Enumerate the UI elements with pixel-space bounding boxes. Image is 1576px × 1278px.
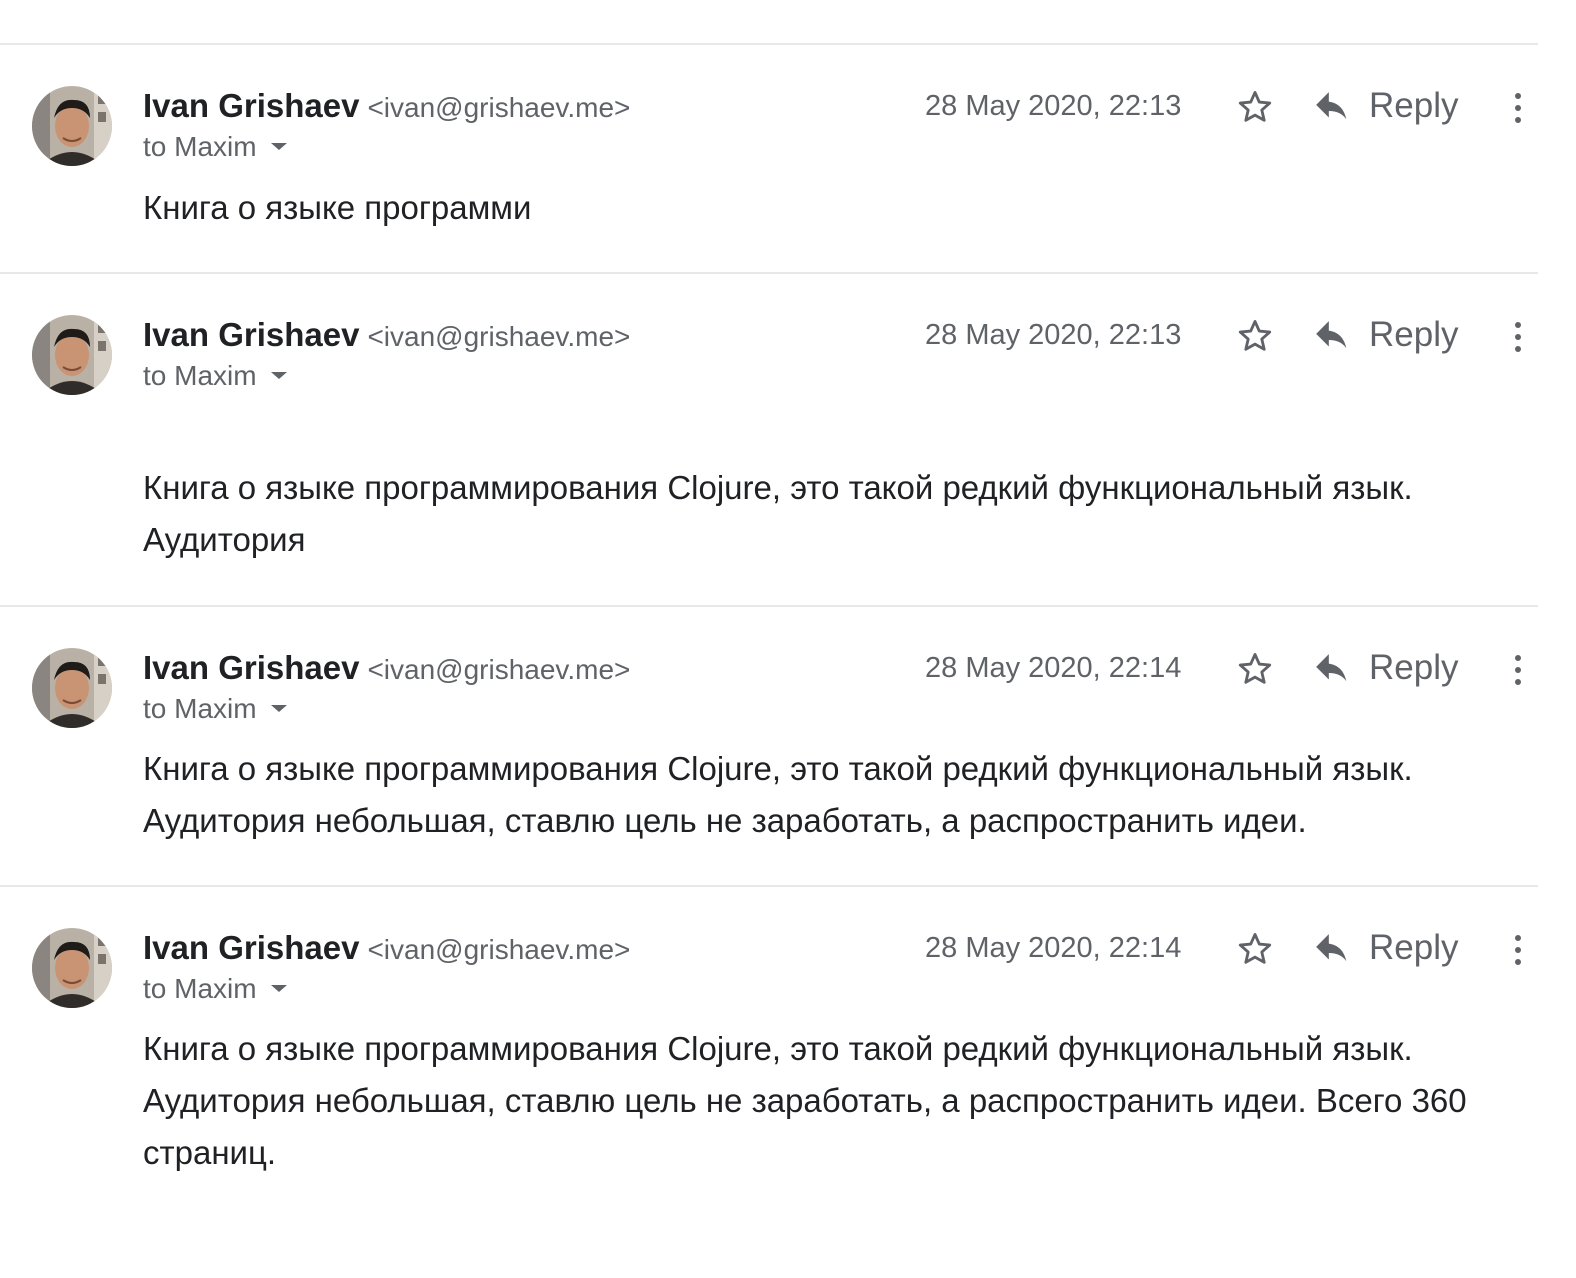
- recipient-label: to Maxim: [143, 360, 257, 391]
- sender-line: Ivan Grishaev <ivan@grishaev.me>: [143, 86, 630, 133]
- message-date: 28 May 2020, 22:13: [925, 319, 1182, 351]
- message-date: 28 May 2020, 22:14: [925, 932, 1182, 964]
- reply-button[interactable]: Reply: [1369, 84, 1458, 128]
- sender-name[interactable]: Ivan Grishaev: [143, 649, 359, 686]
- sender-name[interactable]: Ivan Grishaev: [143, 929, 359, 966]
- recipient-line[interactable]: to Maxim: [143, 690, 287, 728]
- sender-email: <ivan@grishaev.me>: [367, 934, 631, 965]
- sender-avatar[interactable]: [32, 315, 112, 395]
- star-outline-icon[interactable]: [1236, 317, 1274, 355]
- reply-button[interactable]: Reply: [1369, 926, 1458, 970]
- email-thread: Ivan Grishaev <ivan@grishaev.me> to Maxim…: [0, 0, 1576, 1278]
- vertical-dots-icon[interactable]: [1508, 932, 1528, 968]
- caret-down-icon[interactable]: [270, 985, 287, 993]
- reply-button[interactable]: Reply: [1369, 313, 1458, 357]
- sender-avatar[interactable]: [32, 928, 112, 1008]
- sender-avatar[interactable]: [32, 86, 112, 166]
- star-outline-icon[interactable]: [1236, 930, 1274, 968]
- vertical-dots-icon[interactable]: [1508, 90, 1528, 126]
- reply-arrow-icon[interactable]: [1313, 92, 1351, 124]
- sender-line: Ivan Grishaev <ivan@grishaev.me>: [143, 648, 630, 695]
- sender-email: <ivan@grishaev.me>: [367, 321, 631, 352]
- reply-button[interactable]: Reply: [1369, 646, 1458, 690]
- star-outline-icon[interactable]: [1236, 88, 1274, 126]
- recipient-label: to Maxim: [143, 693, 257, 724]
- message-date: 28 May 2020, 22:14: [925, 652, 1182, 684]
- message-body: Книга о языке программирования Clojure, …: [143, 1030, 1467, 1171]
- recipient-line[interactable]: to Maxim: [143, 357, 287, 395]
- message-card[interactable]: Ivan Grishaev <ivan@grishaev.me> to Maxim…: [0, 886, 1576, 1266]
- message-card[interactable]: Ivan Grishaev <ivan@grishaev.me> to Maxim…: [0, 606, 1576, 885]
- sender-avatar[interactable]: [32, 648, 112, 728]
- recipient-line[interactable]: to Maxim: [143, 970, 287, 1008]
- reply-arrow-icon[interactable]: [1313, 654, 1351, 686]
- sender-line: Ivan Grishaev <ivan@grishaev.me>: [143, 928, 630, 975]
- recipient-label: to Maxim: [143, 131, 257, 162]
- sender-email: <ivan@grishaev.me>: [367, 92, 631, 123]
- message-card[interactable]: Ivan Grishaev <ivan@grishaev.me> to Maxim…: [0, 273, 1576, 605]
- message-body: Книга о языке программи: [143, 189, 532, 226]
- recipient-line[interactable]: to Maxim: [143, 128, 287, 166]
- sender-line: Ivan Grishaev <ivan@grishaev.me>: [143, 315, 630, 362]
- message-body: Книга о языке программирования Clojure, …: [143, 750, 1413, 839]
- reply-arrow-icon[interactable]: [1313, 321, 1351, 353]
- message-card[interactable]: Ivan Grishaev <ivan@grishaev.me> to Maxim…: [0, 44, 1576, 272]
- caret-down-icon[interactable]: [270, 372, 287, 380]
- vertical-dots-icon[interactable]: [1508, 652, 1528, 688]
- caret-down-icon[interactable]: [270, 143, 287, 151]
- message-body: Книга о языке программирования Clojure, …: [143, 469, 1413, 558]
- recipient-label: to Maxim: [143, 973, 257, 1004]
- sender-name[interactable]: Ivan Grishaev: [143, 87, 359, 124]
- message-date: 28 May 2020, 22:13: [925, 90, 1182, 122]
- caret-down-icon[interactable]: [270, 705, 287, 713]
- star-outline-icon[interactable]: [1236, 650, 1274, 688]
- sender-email: <ivan@grishaev.me>: [367, 654, 631, 685]
- vertical-dots-icon[interactable]: [1508, 319, 1528, 355]
- sender-name[interactable]: Ivan Grishaev: [143, 316, 359, 353]
- reply-arrow-icon[interactable]: [1313, 934, 1351, 966]
